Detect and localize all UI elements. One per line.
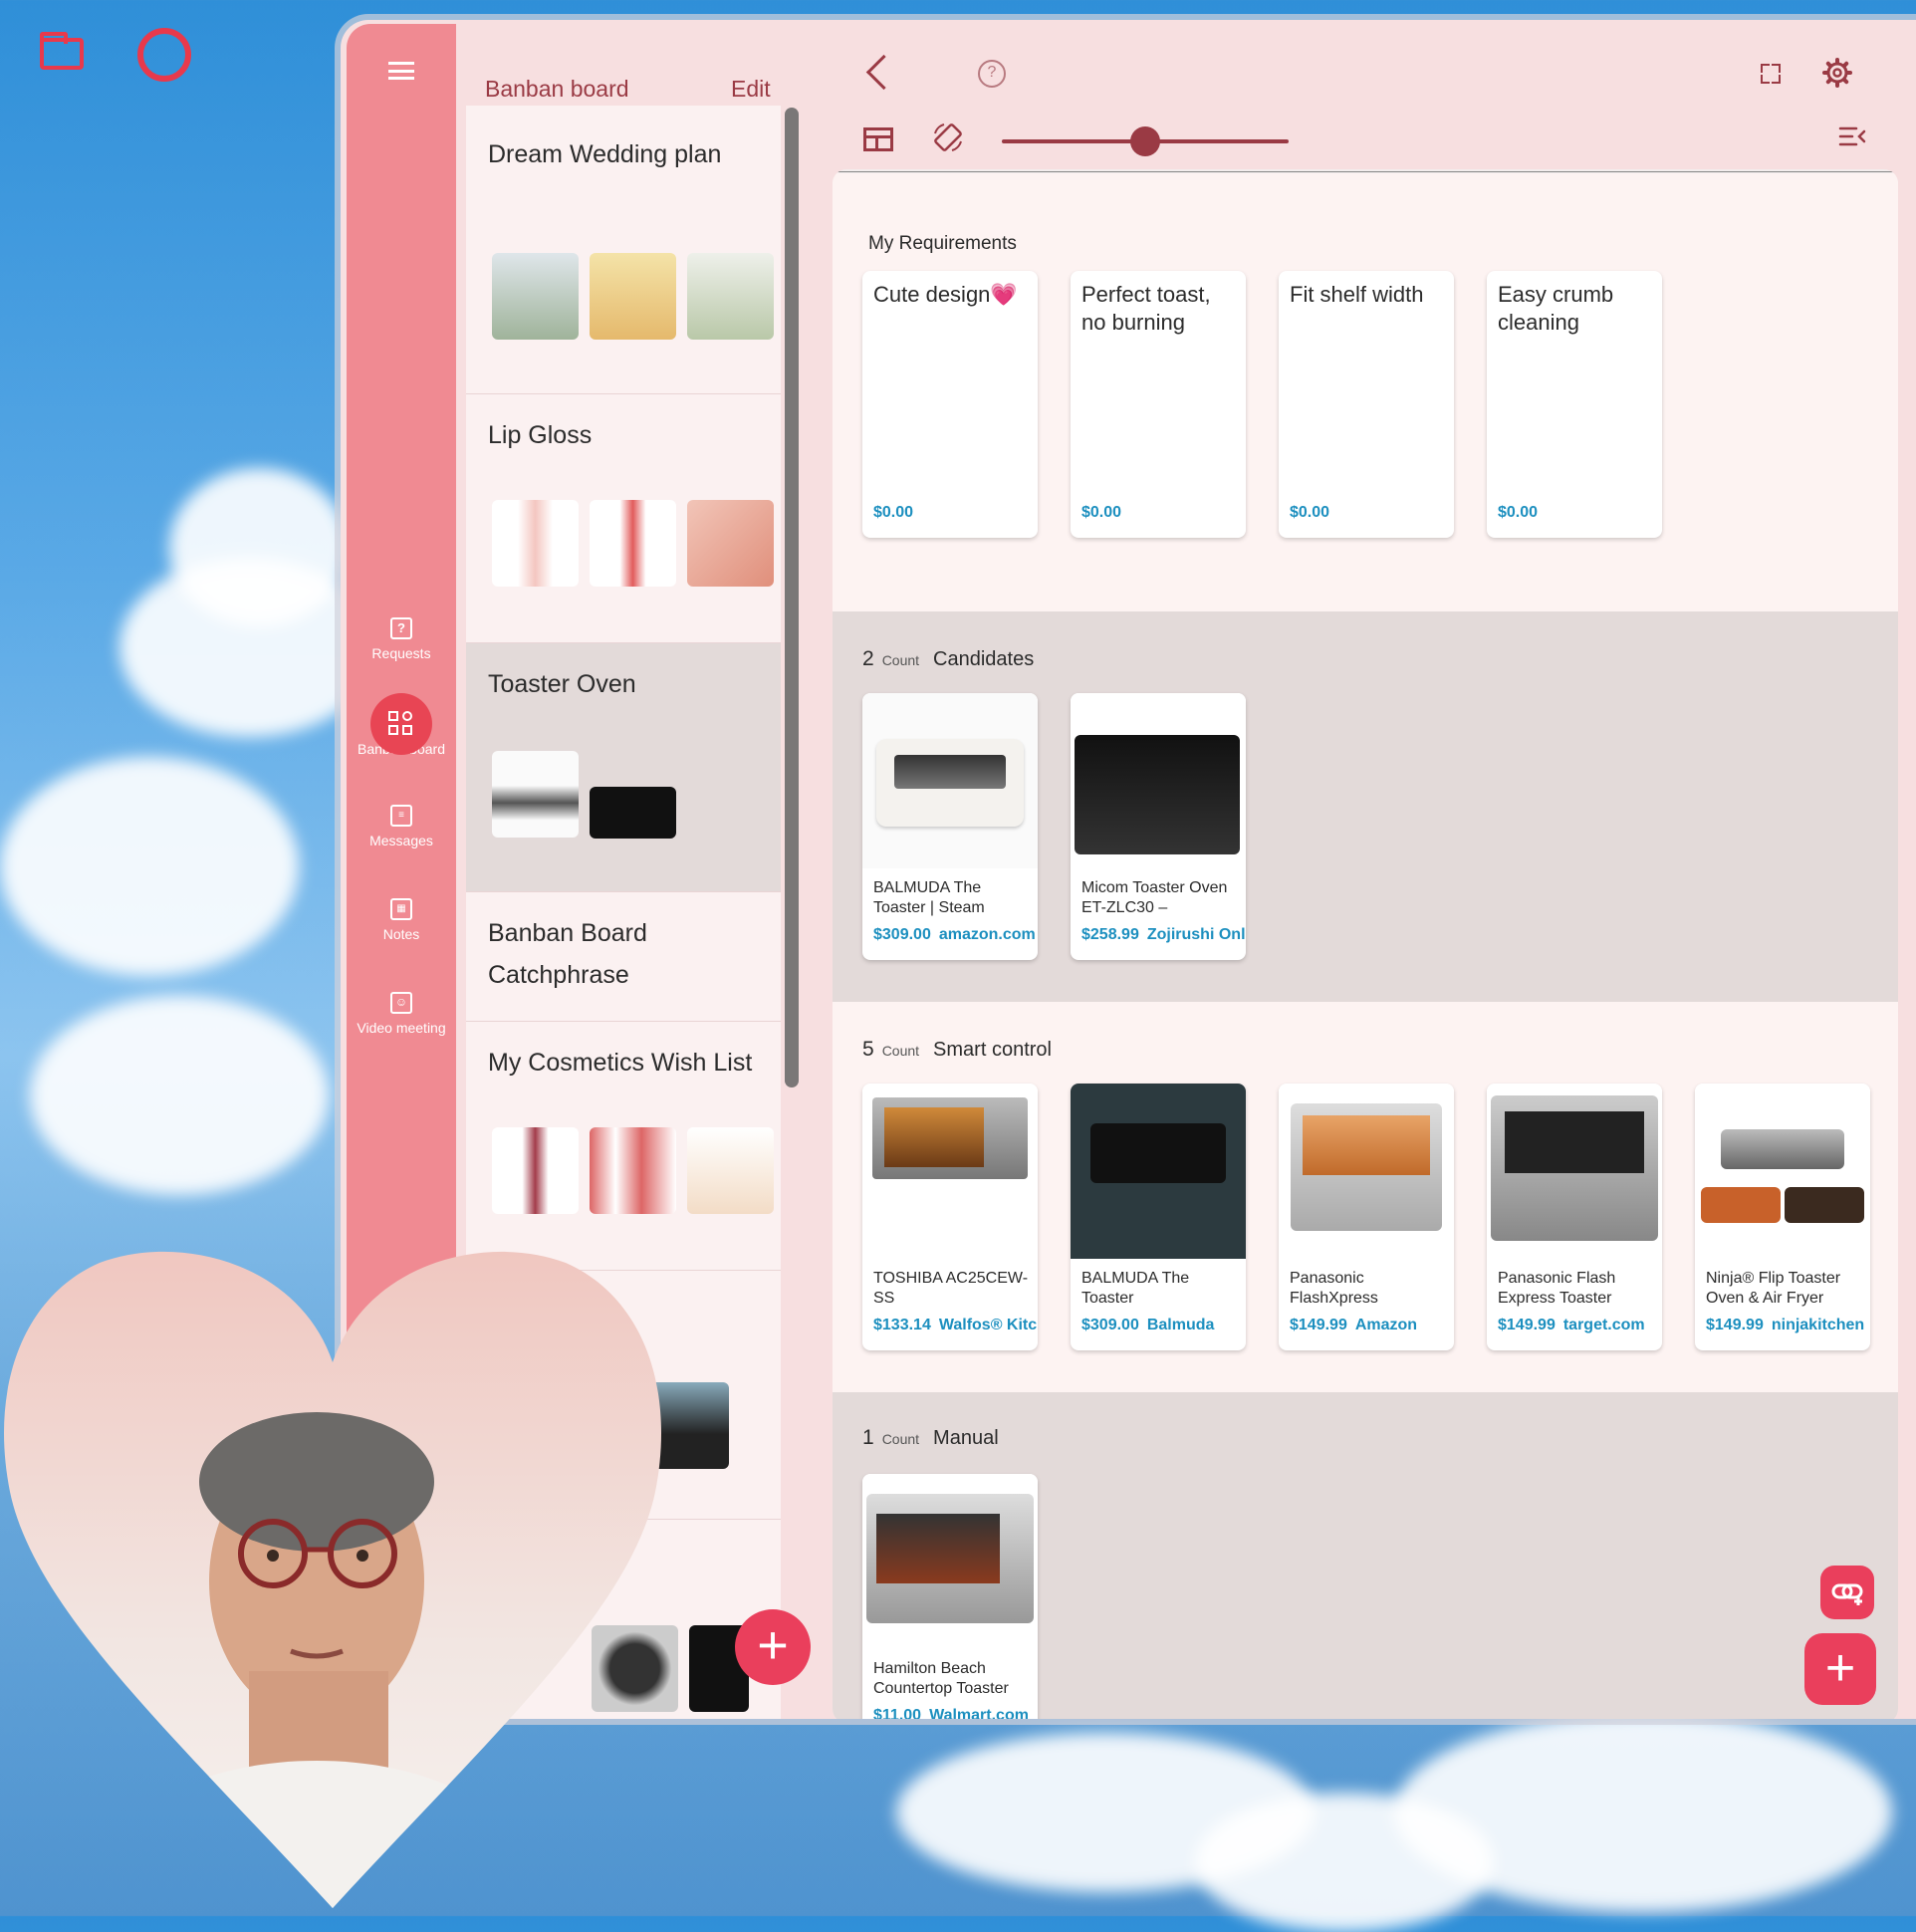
requirement-card[interactable]: Fit shelf width $0.00 [1279, 271, 1454, 538]
hamburger-menu-icon[interactable] [388, 62, 414, 80]
board-title: My Cosmetics Wish List [488, 1049, 753, 1077]
zoom-slider-thumb[interactable] [1130, 126, 1160, 156]
requirement-price: $0.00 [1081, 504, 1122, 521]
layout-icon[interactable] [863, 127, 893, 151]
rail-item-video-meeting[interactable]: ☺ Video meeting [347, 992, 456, 1036]
board-thumbnails [492, 751, 676, 839]
product-image [1695, 1084, 1870, 1259]
product-image [862, 693, 1038, 868]
desktop-record-icon[interactable] [137, 28, 191, 82]
product-image [1071, 1084, 1246, 1259]
product-card[interactable]: Micom Toaster Oven ET-ZLC30 – $258.99 Zoj… [1071, 693, 1246, 960]
add-item-button[interactable]: + [1804, 1633, 1876, 1705]
requirement-text: Fit shelf width [1290, 282, 1424, 307]
rotate-screen-icon[interactable] [932, 121, 964, 153]
requirement-card[interactable]: Perfect toast, no burning $0.00 [1071, 271, 1246, 538]
requirements-title: My Requirements [868, 233, 1017, 254]
header-title: Banban board [485, 76, 629, 102]
board-title: Lip Gloss [488, 421, 593, 449]
board-item[interactable]: My Cosmetics Wish List [466, 1022, 781, 1271]
requirement-price: $0.00 [1498, 504, 1539, 521]
requirement-price: $0.00 [873, 504, 914, 521]
requirement-price: $0.00 [1290, 504, 1330, 521]
product-image [1071, 693, 1246, 868]
collapse-panel-icon[interactable] [1838, 125, 1866, 147]
settings-gear-icon[interactable] [1822, 58, 1852, 88]
link-plus-icon [1831, 1583, 1863, 1605]
product-card[interactable]: BALMUDA The Toaster $309.00 Balmuda [1071, 1084, 1246, 1350]
back-chevron-icon[interactable] [865, 54, 902, 91]
requirement-text: Easy crumb cleaning [1498, 282, 1614, 335]
product-card[interactable]: Panasonic Flash Express Toaster $149.99 t… [1487, 1084, 1662, 1350]
rail-item-notes[interactable]: ▦ Notes [347, 898, 456, 942]
product-card[interactable]: Hamilton Beach Countertop Toaster $11.00… [862, 1474, 1038, 1719]
group-header: 1 Count Manual [862, 1426, 999, 1449]
rail-item-messages[interactable]: ≡ Messages [347, 805, 456, 848]
group-manual: 1 Count Manual Hamilton Beach Countertop T… [833, 1392, 1898, 1719]
board-title: Toaster Oven [488, 670, 636, 698]
edit-button[interactable]: Edit [731, 76, 771, 103]
group-candidates: 2 Count Candidates BALMUDA The Toaster | S… [833, 611, 1898, 1002]
video-participant-heart[interactable] [0, 1243, 665, 1916]
board-item-selected[interactable]: Toaster Oven [466, 643, 781, 892]
board-title: Banban Board Catchphrase [488, 919, 647, 989]
board-thumbnails [492, 1127, 774, 1214]
board-item[interactable]: Lip Gloss [466, 394, 781, 643]
requirement-text: Perfect toast, no burning [1081, 282, 1211, 335]
calendar-notes-icon: ▦ [390, 898, 412, 920]
group-smart-control: 5 Count Smart control TOSHIBA AC25CEW-SS $… [833, 1002, 1898, 1392]
product-card[interactable]: TOSHIBA AC25CEW-SS $133.14Walfos® Kitche… [862, 1084, 1038, 1350]
rail-item-label: Messages [369, 833, 433, 848]
board-list-scrollbar[interactable] [785, 108, 799, 1087]
board-content: My Requirements Cute design💗 $0.00 Perfe… [833, 169, 1898, 1719]
help-icon[interactable]: ? [978, 60, 1006, 88]
rail-item-label: Video meeting [357, 1020, 446, 1036]
board-grid-icon [370, 693, 432, 755]
requirement-text: Cute design💗 [873, 282, 1018, 307]
fullscreen-icon[interactable] [1761, 64, 1781, 84]
product-image [1487, 1084, 1662, 1259]
board-title: Dream Wedding plan [488, 140, 722, 168]
board-item[interactable]: Dream Wedding plan [466, 106, 781, 394]
rail-item-requests[interactable]: ? Requests [347, 617, 456, 661]
product-image [862, 1084, 1038, 1259]
rail-item-banban-board[interactable]: Banban board [347, 693, 456, 757]
board-thumbnails [492, 500, 774, 587]
requirement-card[interactable]: Cute design💗 $0.00 [862, 271, 1038, 538]
product-image [862, 1474, 1038, 1649]
group-header: 2 Count Candidates [862, 647, 1035, 670]
rail-item-label: Notes [382, 926, 420, 942]
rail-item-label: Requests [371, 645, 431, 661]
product-image [1279, 1084, 1454, 1259]
requirement-card[interactable]: Easy crumb cleaning $0.00 [1487, 271, 1662, 538]
product-card[interactable]: Ninja® Flip Toaster Oven & Air Fryer $14… [1695, 1084, 1870, 1350]
desktop-folder-icon[interactable] [40, 32, 84, 70]
board-thumbnails [492, 253, 774, 340]
group-header: 5 Count Smart control [862, 1038, 1052, 1061]
board-item[interactable]: Banban Board Catchphrase [466, 892, 781, 1022]
requirements-section: My Requirements Cute design💗 $0.00 Perfe… [833, 173, 1898, 611]
video-person-icon: ☺ [390, 992, 412, 1014]
product-card[interactable]: BALMUDA The Toaster | Steam $309.00 amazo… [862, 693, 1038, 960]
zoom-slider[interactable] [1002, 126, 1289, 156]
question-box-icon: ? [390, 617, 412, 639]
product-card[interactable]: Panasonic FlashXpress $149.99 Amazon [1279, 1084, 1454, 1350]
add-link-button[interactable] [1820, 1566, 1874, 1619]
message-icon: ≡ [390, 805, 412, 827]
add-board-button[interactable]: + [735, 1609, 811, 1685]
